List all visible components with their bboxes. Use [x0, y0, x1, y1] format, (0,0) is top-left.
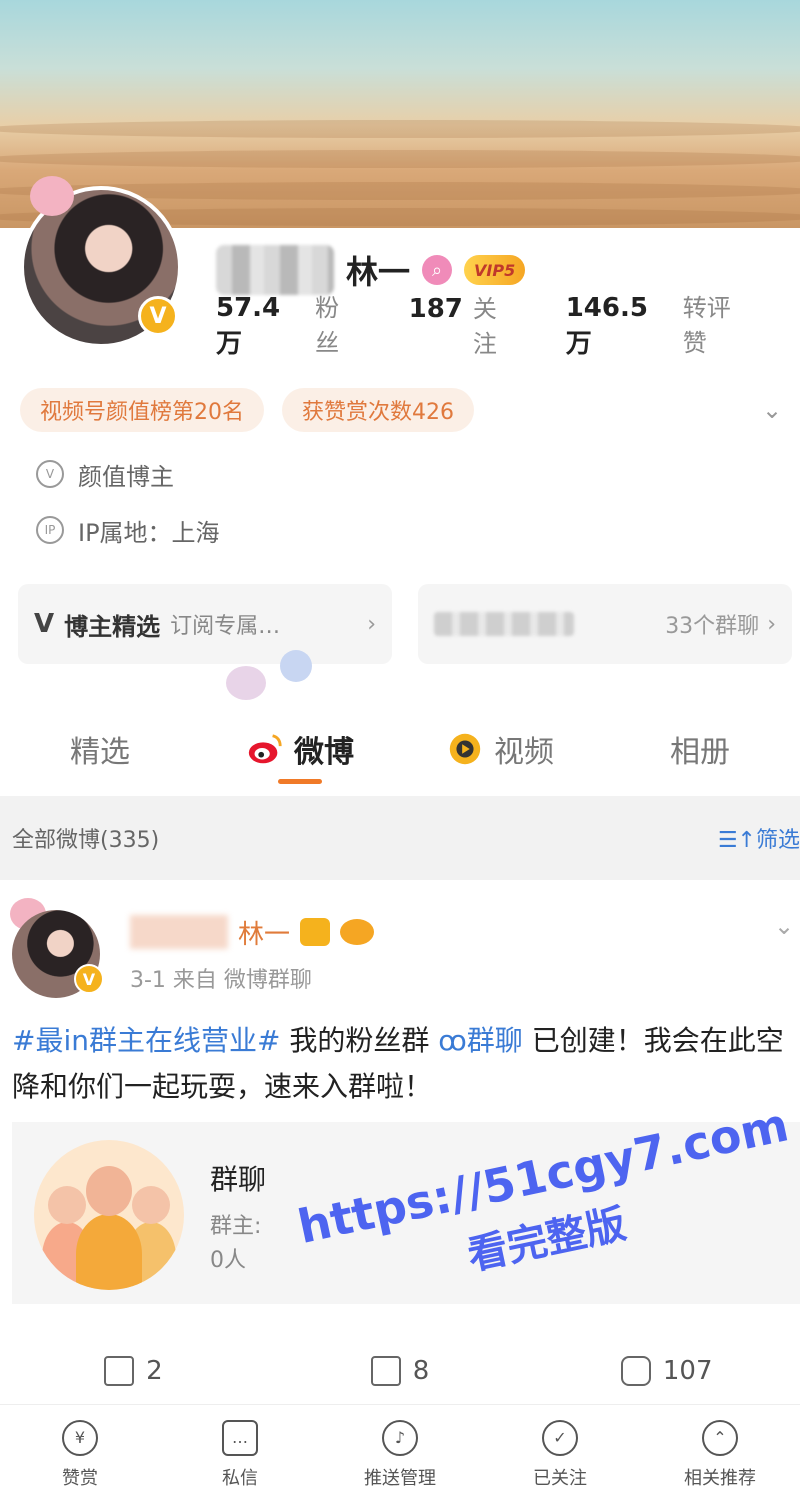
message-icon: …	[222, 1419, 258, 1456]
comment-icon	[370, 1356, 401, 1386]
featured-v-icon: V	[34, 609, 55, 639]
profile-tags: 视频号颜值榜第20名 获赞赏次数426	[20, 388, 474, 432]
vip-badge[interactable]: VIP5	[464, 255, 526, 285]
ip-row: IP IP属地：上海	[36, 510, 220, 550]
like-button[interactable]: 107	[533, 1340, 800, 1402]
category-row: V 颜值博主	[36, 454, 174, 494]
nav-push-settings[interactable]: ♪ 推送管理	[320, 1405, 480, 1504]
post-actions: 2 8 107	[0, 1340, 800, 1402]
stat-following[interactable]: 187 关注	[409, 289, 520, 359]
tab-weibo[interactable]: 微博	[200, 712, 400, 786]
search-badge-icon[interactable]: ⌕	[422, 255, 453, 285]
featured-title: 博主精选	[64, 612, 161, 641]
sticker-decoration	[280, 650, 312, 682]
tag-tips[interactable]: 获赞赏次数426	[282, 388, 474, 432]
group-title: 群聊	[210, 1163, 267, 1196]
crown-icon	[300, 918, 331, 946]
name-blurred-part	[130, 915, 228, 949]
profile-tabs: 精选 微博 视频 相册	[0, 712, 800, 786]
filter-icon: ☰↑	[717, 828, 756, 853]
post-author-name-row[interactable]: 林一	[130, 912, 375, 952]
chevron-up-icon: ⌃	[702, 1419, 738, 1456]
group-icon: ꝏ	[438, 1024, 467, 1057]
post-hashtag[interactable]: #最in群主在线营业#	[12, 1024, 280, 1057]
tab-video[interactable]: 视频	[400, 712, 600, 786]
thumbs-up-icon	[620, 1356, 651, 1386]
post-body: #最in群主在线营业# 我的粉丝群 ꝏ群聊 已创建！我会在此空降和你们一起玩耍，…	[12, 1024, 784, 1103]
blurred-avatars	[434, 612, 574, 636]
group-avatar-icon	[34, 1140, 184, 1290]
filter-button[interactable]: ☰↑筛选	[718, 822, 800, 854]
feed-count: 全部微博(335)	[12, 828, 160, 853]
nav-following[interactable]: ✓ 已关注	[480, 1405, 640, 1504]
profile-name: 林一	[346, 253, 411, 291]
video-icon	[449, 733, 481, 765]
chevron-down-icon[interactable]: ⌄	[762, 396, 782, 424]
tab-featured[interactable]: 精选	[0, 712, 200, 786]
heart-yen-icon: ¥	[62, 1419, 98, 1456]
repost-button[interactable]: 2	[0, 1340, 267, 1402]
verified-badge-icon: V	[138, 296, 178, 336]
avatar-sticker	[30, 176, 74, 216]
stat-reposts-likes[interactable]: 146.5万 转评赞	[566, 288, 754, 360]
fan-badge-icon	[340, 919, 375, 945]
nav-recommended[interactable]: ⌃ 相关推荐	[640, 1405, 800, 1504]
post-menu-chevron-icon[interactable]: ⌄	[774, 912, 794, 940]
post-author-name: 林一	[238, 919, 291, 950]
feed-header: 全部微博(335) ☰↑筛选	[0, 796, 800, 880]
ip-icon: IP	[36, 516, 64, 544]
nav-tip[interactable]: ¥ 赞赏	[0, 1405, 160, 1504]
post-meta: 3-1 来自 微博群聊	[130, 968, 312, 993]
bottom-nav: ¥ 赞赏 … 私信 ♪ 推送管理 ✓ 已关注 ⌃ 相关推荐	[0, 1404, 800, 1504]
group-owner: 群主:	[210, 1214, 262, 1239]
tag-ranking[interactable]: 视频号颜值榜第20名	[20, 388, 264, 432]
ip-label: IP属地：上海	[78, 518, 220, 547]
chevron-right-icon: ›	[767, 611, 776, 637]
featured-sub: 订阅专属…	[170, 614, 281, 639]
comment-button[interactable]: 8	[267, 1340, 534, 1402]
verified-badge-icon: V	[74, 964, 104, 994]
shield-icon: V	[36, 460, 64, 488]
group-chat-link[interactable]: ꝏ群聊	[438, 1024, 523, 1057]
tab-album[interactable]: 相册	[600, 712, 800, 786]
bell-icon: ♪	[382, 1419, 418, 1456]
weibo-icon	[248, 734, 282, 764]
nav-message[interactable]: … 私信	[160, 1405, 320, 1504]
group-count: 33个群聊	[665, 614, 760, 639]
user-check-icon: ✓	[542, 1419, 578, 1456]
group-member-count: 0人	[210, 1248, 246, 1273]
group-chats-card[interactable]: 33个群聊 ›	[418, 584, 792, 664]
repost-icon	[104, 1356, 135, 1386]
chevron-right-icon: ›	[367, 611, 376, 637]
featured-card[interactable]: V 博主精选 订阅专属… ›	[18, 584, 392, 664]
profile-stats: 57.4万 粉丝 187 关注 146.5万 转评赞	[216, 293, 800, 359]
category-label: 颜值博主	[78, 462, 174, 491]
feature-cards: V 博主精选 订阅专属… › 33个群聊 ›	[18, 584, 792, 664]
stat-followers[interactable]: 57.4万 粉丝	[216, 288, 363, 360]
sticker-decoration	[226, 666, 266, 700]
